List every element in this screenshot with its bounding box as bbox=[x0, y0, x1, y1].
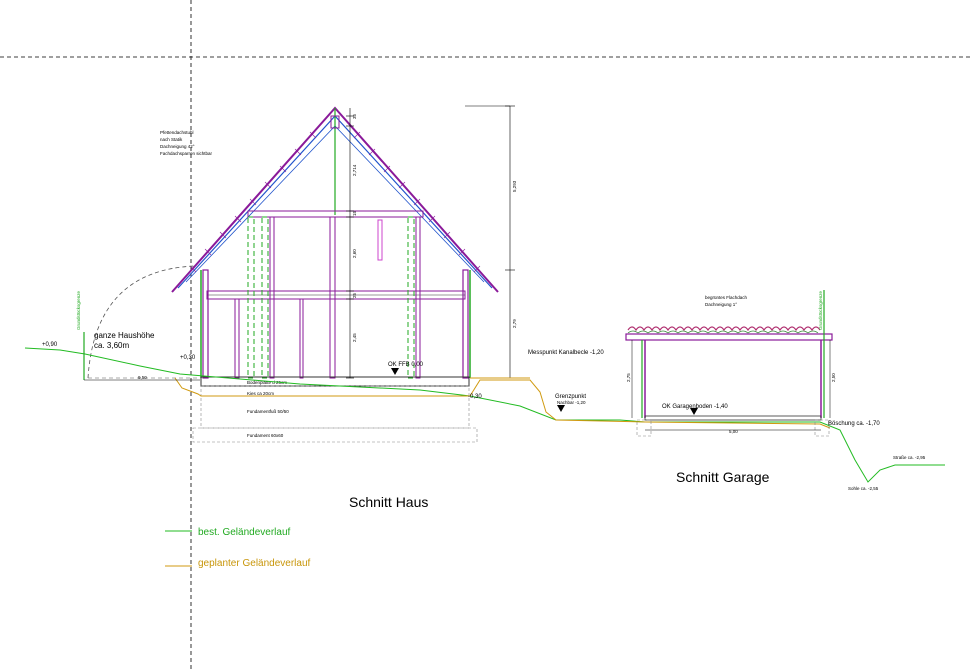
garage-roof-note-2: Dachneigung 1° bbox=[705, 302, 737, 307]
legend-planned-label: geplanter Geländeverlauf bbox=[198, 558, 311, 569]
dim-top: 35 bbox=[352, 113, 357, 119]
dim-mid: 2,60 bbox=[352, 249, 357, 258]
interior-posts bbox=[234, 216, 421, 379]
garage-floor bbox=[644, 415, 822, 421]
dim-garage-h2: 2,50 bbox=[831, 373, 836, 382]
dim-garage-w: 5,00 bbox=[729, 429, 738, 434]
dim-ridge: 2,714 bbox=[352, 164, 357, 176]
strasse-label: Straße ca. -2,95 bbox=[893, 455, 926, 460]
dim-low: 2,45 bbox=[352, 333, 357, 342]
boeschung-label: Böschung ca. -1,70 bbox=[828, 421, 880, 427]
legend-existing-label: best. Geländeverlauf bbox=[198, 527, 291, 538]
right-wall bbox=[462, 269, 469, 379]
okffb-label: OK FFB 0,00 bbox=[388, 362, 424, 368]
foundation-footing bbox=[192, 427, 478, 443]
dim-right-2: 2,79 bbox=[512, 319, 517, 328]
roof-note-1: Pfettendachstuhl bbox=[160, 130, 194, 135]
grenzpunkt-sub: Nachbar -1,20 bbox=[557, 400, 586, 405]
section-drawing: Bodenplatte d 25cm Kies ca 20cm Fundamen… bbox=[0, 0, 972, 672]
level-house-left: +0,30 bbox=[180, 355, 196, 361]
messpunkt-label: Messpunkt Kanalbecle -1,20 bbox=[528, 350, 604, 356]
left-wall bbox=[202, 269, 209, 379]
sohle-label: Sohle ca. -2,55 bbox=[848, 486, 879, 491]
grenz-marker bbox=[557, 405, 565, 412]
ok-garage-label: OK Garagenboden -1,40 bbox=[662, 404, 728, 410]
roof-note-4: Fachdachsparren sichtbar bbox=[160, 151, 213, 156]
level-house-right: -0,30 bbox=[468, 394, 482, 400]
house-dimensions bbox=[346, 105, 515, 379]
roof-note-2: nach Statik bbox=[160, 137, 183, 142]
okffb-marker bbox=[391, 368, 399, 375]
legend: best. Geländeverlauf geplanter Geländeve… bbox=[165, 527, 311, 569]
dim-right-1: 5,293 bbox=[512, 180, 517, 192]
house-height-label: ganze Haushöhe bbox=[94, 331, 155, 340]
house-height-value: ca. 3,60m bbox=[94, 341, 129, 350]
dim-bottom-left: 9,50 bbox=[138, 375, 147, 380]
boundary-left-label: Grundstücksgrenze bbox=[76, 290, 81, 330]
title-garage: Schnitt Garage bbox=[676, 469, 770, 485]
level-left: +0,90 bbox=[42, 342, 58, 348]
foundation bbox=[200, 395, 470, 429]
roof-note-3: Dachneigung 42° bbox=[160, 144, 195, 149]
dim-15b: 25 bbox=[352, 292, 357, 298]
title-house: Schnitt Haus bbox=[349, 494, 428, 510]
slab-label-2: Kies ca 20cm bbox=[247, 391, 274, 396]
boundary-right-label: Grundstücksgrenze bbox=[818, 290, 823, 330]
dim-garage-h: 2,75 bbox=[626, 373, 631, 382]
slab-label-3: Fundamentfuß 50/50 bbox=[247, 409, 289, 414]
slab-label-4: Fundament 60x60 bbox=[247, 433, 284, 438]
existing-terrain-line bbox=[24, 347, 945, 483]
green-roof-vegetation bbox=[627, 326, 821, 334]
garage-roof-slab bbox=[625, 333, 833, 341]
garage-roof-note-1: begrüntes Flachdach bbox=[705, 295, 748, 300]
dim-15a: 15 bbox=[352, 210, 357, 216]
